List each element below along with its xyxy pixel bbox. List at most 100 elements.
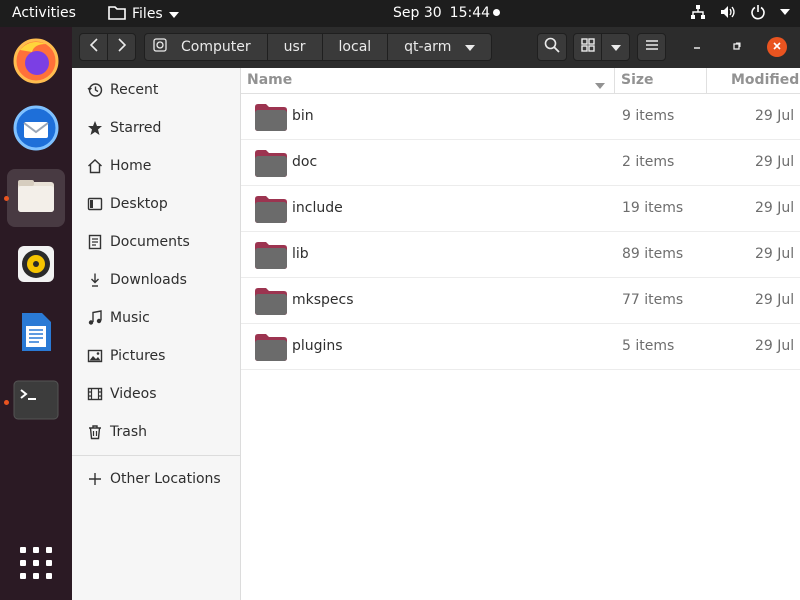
dock-rhythmbox[interactable] — [7, 237, 65, 295]
sidebar-item-trash[interactable]: Trash — [72, 413, 240, 451]
forward-button[interactable] — [107, 33, 136, 61]
sidebar-item-home[interactable]: Home — [72, 147, 240, 185]
sidebar-item-other-locations[interactable]: Other Locations — [72, 460, 240, 498]
sidebar-item-label: Downloads — [110, 272, 187, 288]
crumb-usr[interactable]: usr — [267, 33, 323, 61]
app-menu[interactable]: Files — [108, 4, 179, 24]
header-bar: Computer usr local qt-arm — [72, 27, 800, 68]
sidebar-item-label: Trash — [110, 424, 147, 440]
maximize-icon — [732, 39, 742, 55]
files-window: Computer usr local qt-arm Recent Starred… — [72, 27, 800, 600]
desktop-icon — [86, 195, 104, 213]
sidebar-item-recent[interactable]: Recent — [72, 71, 240, 109]
sidebar-item-label: Documents — [110, 234, 190, 250]
dock — [0, 27, 72, 600]
file-name: include — [292, 200, 343, 216]
star-icon — [86, 119, 104, 137]
crumb-local[interactable]: local — [322, 33, 389, 61]
file-size: 89 items — [622, 246, 684, 262]
file-name: lib — [292, 246, 309, 262]
sidebar-item-starred[interactable]: Starred — [72, 109, 240, 147]
chevron-down-icon — [465, 39, 476, 55]
file-modified: 29 Jul — [755, 292, 795, 308]
sidebar-item-label: Other Locations — [110, 471, 221, 487]
search-icon — [544, 37, 560, 57]
folder-icon — [254, 148, 288, 182]
system-menu[interactable] — [690, 4, 790, 20]
download-icon — [86, 271, 104, 289]
list-item[interactable]: include 19 items 29 Jul — [241, 186, 800, 232]
running-indicator — [4, 400, 9, 405]
rhythmbox-icon — [14, 242, 58, 290]
dock-files[interactable] — [7, 169, 65, 227]
list-item[interactable]: bin 9 items 29 Jul — [241, 94, 800, 140]
close-button[interactable] — [767, 37, 787, 57]
file-modified: 29 Jul — [755, 338, 795, 354]
chevron-right-icon — [117, 38, 126, 56]
activities-button[interactable]: Activities — [12, 5, 76, 21]
sidebar-separator — [72, 455, 240, 456]
list-item[interactable]: plugins 5 items 29 Jul — [241, 324, 800, 370]
column-size[interactable]: Size — [621, 72, 654, 88]
file-size: 2 items — [622, 154, 675, 170]
document-icon — [86, 233, 104, 251]
folder-icon — [254, 332, 288, 366]
clock-date: Sep 30 — [393, 5, 442, 21]
grid-view-icon — [580, 38, 595, 56]
file-name: bin — [292, 108, 314, 124]
file-name: plugins — [292, 338, 343, 354]
dock-thunderbird[interactable] — [7, 101, 65, 159]
dock-terminal[interactable] — [7, 373, 65, 431]
trash-icon — [86, 423, 104, 441]
hamburger-icon — [645, 39, 659, 55]
minimize-button[interactable] — [687, 37, 707, 57]
dock-firefox[interactable] — [7, 33, 65, 91]
file-modified: 29 Jul — [755, 154, 795, 170]
writer-icon — [14, 310, 58, 358]
search-button[interactable] — [537, 33, 567, 61]
file-modified: 29 Jul — [755, 200, 795, 216]
list-item[interactable]: doc 2 items 29 Jul — [241, 140, 800, 186]
chevron-down-icon — [780, 9, 790, 15]
sidebar-item-videos[interactable]: Videos — [72, 375, 240, 413]
column-modified[interactable]: Modified — [731, 72, 799, 88]
sidebar-item-pictures[interactable]: Pictures — [72, 337, 240, 375]
sort-down-icon — [595, 77, 605, 93]
firefox-icon — [12, 36, 60, 88]
view-toggle-button[interactable] — [573, 33, 602, 61]
sidebar-item-desktop[interactable]: Desktop — [72, 185, 240, 223]
music-icon — [86, 309, 104, 327]
sidebar-item-downloads[interactable]: Downloads — [72, 261, 240, 299]
grid-icon — [19, 546, 53, 584]
dock-libreoffice-writer[interactable] — [7, 305, 65, 363]
chevron-down-icon — [610, 39, 621, 55]
main-menu-button[interactable] — [637, 33, 666, 61]
crumb-label: Computer — [181, 39, 251, 55]
show-applications-button[interactable] — [7, 536, 65, 594]
view-options-button[interactable] — [601, 33, 630, 61]
list-item[interactable]: mkspecs 77 items 29 Jul — [241, 278, 800, 324]
sidebar-item-music[interactable]: Music — [72, 299, 240, 337]
column-name[interactable]: Name — [247, 72, 292, 88]
sidebar-item-documents[interactable]: Documents — [72, 223, 240, 261]
column-divider — [706, 68, 707, 94]
back-button[interactable] — [79, 33, 108, 61]
close-icon — [772, 39, 782, 55]
column-header: Name Size Modified — [241, 68, 800, 94]
file-modified: 29 Jul — [755, 246, 795, 262]
maximize-button[interactable] — [727, 37, 747, 57]
file-size: 77 items — [622, 292, 684, 308]
sidebar-item-label: Music — [110, 310, 150, 326]
column-divider — [614, 68, 615, 94]
crumb-label: usr — [283, 39, 306, 55]
list-item[interactable]: lib 89 items 29 Jul — [241, 232, 800, 278]
folder-icon — [254, 240, 288, 274]
crumb-computer[interactable]: Computer — [144, 33, 268, 61]
folder-icon — [254, 102, 288, 136]
clock[interactable]: Sep 30 15:44 — [393, 5, 490, 21]
folder-icon — [254, 286, 288, 320]
file-size: 9 items — [622, 108, 675, 124]
film-icon — [86, 385, 104, 403]
sidebar-item-label: Starred — [110, 120, 162, 136]
crumb-qt-arm[interactable]: qt-arm — [388, 33, 493, 61]
